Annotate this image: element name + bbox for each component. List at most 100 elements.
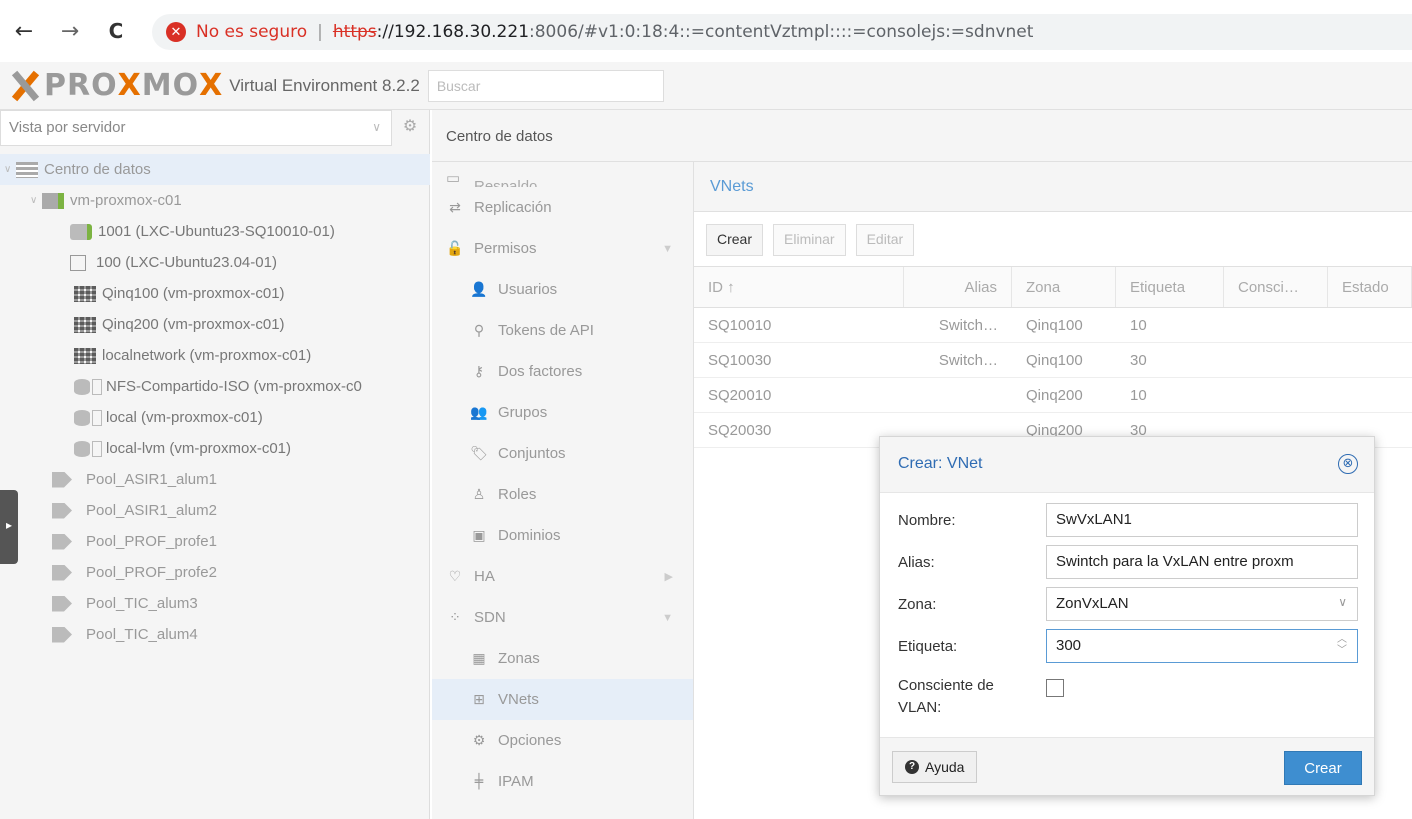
replication-icon: ⇄ (449, 199, 461, 216)
tree-item-ct-1001[interactable]: 1001 (LXC-Ubuntu23-SQ10010-01) (0, 216, 430, 247)
heartbeat-icon: ♡ (448, 568, 462, 585)
tree-item-pool[interactable]: Pool_TIC_alum4 (0, 619, 430, 650)
tag-value: 300 (1056, 637, 1082, 654)
vlan-aware-label: Consciente de VLAN: (898, 677, 994, 716)
table-row[interactable]: SQ20010 Qinq200 10 (694, 378, 1412, 413)
column-header-id[interactable]: ID ↑ (694, 267, 904, 307)
alias-field[interactable]: Swintch para la VxLAN entre proxm (1046, 545, 1358, 579)
menu-item-vnets[interactable]: ⊞ VNets (432, 679, 693, 720)
delete-button[interactable]: Eliminar (773, 224, 846, 256)
tags-icon: 🏷 (470, 445, 488, 462)
security-label[interactable]: No es seguro (196, 22, 307, 42)
help-button[interactable]: ? Ayuda (892, 751, 978, 783)
cell-alias: Switch… (938, 352, 998, 369)
vlan-aware-row: Consciente de VLAN: (898, 675, 1358, 719)
collapse-handle[interactable]: ▸ (0, 490, 18, 564)
table-header: ID ↑ Alias Zona Etiqueta Consci… Estado (694, 266, 1412, 308)
dialog-footer: ? Ayuda Crear (880, 737, 1374, 795)
tree-item-datacenter[interactable]: ∨ Centro de datos (0, 154, 430, 185)
search-input[interactable]: Buscar (427, 69, 664, 102)
edit-button[interactable]: Editar (855, 224, 915, 256)
network-icon: ⊞ (473, 691, 485, 708)
column-header-alias[interactable]: Alias (904, 267, 1012, 307)
tree-item-zone[interactable]: Qinq100 (vm-proxmox-c01) (0, 278, 430, 309)
tree-item-pool[interactable]: Pool_PROF_profe2 (0, 557, 430, 588)
back-button[interactable]: ← (12, 19, 36, 44)
disk-icon (92, 378, 102, 395)
menu-item-options[interactable]: ⚙ Opciones (432, 720, 693, 761)
cell-id: SQ10010 (708, 317, 772, 334)
name-field[interactable]: SwVxLAN1 (1046, 503, 1358, 537)
menu-item-pools[interactable]: 🏷 Conjuntos (432, 433, 693, 474)
collapse-icon[interactable]: ∨ (30, 195, 42, 206)
url-path: :8006/#v1:0:18:4::=contentVztmpl::::=con… (529, 22, 1034, 42)
tag-stepper[interactable]: 300 ︿ ﹀ (1046, 629, 1358, 663)
tree-item-storage[interactable]: NFS-Compartido-ISO (vm-proxmox-c0 (0, 371, 430, 402)
table-row[interactable]: SQ10030 Switch… Qinq100 30 (694, 343, 1412, 378)
tree-item-pool[interactable]: Pool_TIC_alum3 (0, 588, 430, 619)
menu-item-groups[interactable]: 👥 Grupos (432, 392, 693, 433)
not-secure-icon[interactable]: ✕ (166, 22, 186, 42)
collapse-icon[interactable]: ∨ (4, 164, 16, 175)
url-protocol: https (332, 22, 377, 42)
cell-zone: Qinq200 (1026, 387, 1083, 404)
pool-icon (52, 564, 72, 581)
dialog-create-button[interactable]: Crear (1284, 751, 1362, 785)
pve-header: PROXMOX Virtual Environment 8.2.2 Buscar (0, 62, 1412, 110)
sdn-zone-icon (74, 316, 96, 333)
menu-item-two-factor[interactable]: ⚷ Dos factores (432, 351, 693, 392)
template-icon (70, 254, 86, 271)
pool-icon (52, 471, 72, 488)
column-header-zone[interactable]: Zona (1012, 267, 1116, 307)
vlan-aware-checkbox[interactable] (1046, 679, 1064, 697)
menu-item-zones[interactable]: ▦ Zonas (432, 638, 693, 679)
spinner-icon[interactable]: ︿ ﹀ (1337, 634, 1347, 656)
menu-item-realms[interactable]: ▣ Dominios (432, 515, 693, 556)
cell-tag: 10 (1130, 387, 1147, 404)
view-selector[interactable]: Vista por servidor ∨ (0, 110, 392, 146)
chevron-down-icon[interactable]: ∨ (1338, 595, 1347, 609)
panel-title: VNets (694, 162, 1412, 212)
menu-item-roles[interactable]: ♙ Roles (432, 474, 693, 515)
pool-icon (52, 595, 72, 612)
pool-icon (52, 626, 72, 643)
tree-item-pool[interactable]: Pool_ASIR1_alum1 (0, 464, 430, 495)
disk-icon (92, 440, 102, 457)
alias-label: Alias: (898, 553, 935, 571)
menu-item-ha[interactable]: ♡ HA ▶ (432, 556, 693, 597)
resource-tree-panel: Vista por servidor ∨ ⚙ ∨ Centro de datos … (0, 110, 430, 819)
gear-icon[interactable]: ⚙ (398, 116, 422, 140)
forward-button[interactable]: → (58, 19, 82, 44)
tree-item-ct-100[interactable]: 100 (LXC-Ubuntu23.04-01) (0, 247, 430, 278)
tree-item-pool[interactable]: Pool_ASIR1_alum2 (0, 495, 430, 526)
table-row[interactable]: SQ10010 Switch… Qinq100 10 (694, 308, 1412, 343)
menu-item-api-tokens[interactable]: ⚲ Tokens de API (432, 310, 693, 351)
zone-select[interactable]: ZonVxLAN ∨ (1046, 587, 1358, 621)
question-icon: ? (905, 760, 919, 774)
dialog-body: Nombre: SwVxLAN1 Alias: Swintch para la … (880, 493, 1374, 739)
menu-item-permissions[interactable]: 🔓 Permisos ▼ (432, 228, 693, 269)
menu-item-backup[interactable]: ▭ Respaldo (432, 162, 693, 187)
column-header-state[interactable]: Estado (1328, 267, 1412, 307)
tree-item-zone[interactable]: Qinq200 (vm-proxmox-c01) (0, 309, 430, 340)
dialog-title: Crear: VNet (898, 455, 983, 472)
close-icon[interactable]: ⊗ (1338, 454, 1358, 474)
menu-item-replication[interactable]: ⇄ Replicación (432, 187, 693, 228)
tree-item-storage[interactable]: local-lvm (vm-proxmox-c01) (0, 433, 430, 464)
group-icon: 👥 (470, 404, 488, 421)
cell-zone: Qinq100 (1026, 352, 1083, 369)
tree-item-zone[interactable]: localnetwork (vm-proxmox-c01) (0, 340, 430, 371)
reload-button[interactable]: C (104, 19, 128, 43)
tree-item-node[interactable]: ∨ vm-proxmox-c01 (0, 185, 430, 216)
cell-tag: 10 (1130, 317, 1147, 334)
menu-item-ipam[interactable]: ╪ IPAM (432, 761, 693, 802)
address-bar[interactable]: ✕ No es seguro | https://192.168.30.221:… (152, 14, 1412, 50)
column-header-tag[interactable]: Etiqueta (1116, 267, 1224, 307)
column-header-vlan-aware[interactable]: Consci… (1224, 267, 1328, 307)
create-button[interactable]: Crear (706, 224, 764, 256)
tree-item-pool[interactable]: Pool_PROF_profe1 (0, 526, 430, 557)
menu-item-sdn[interactable]: ⁘ SDN ▼ (432, 597, 693, 638)
chevron-right-icon: ▶ (664, 571, 673, 583)
menu-item-users[interactable]: 👤 Usuarios (432, 269, 693, 310)
tree-item-storage[interactable]: local (vm-proxmox-c01) (0, 402, 430, 433)
